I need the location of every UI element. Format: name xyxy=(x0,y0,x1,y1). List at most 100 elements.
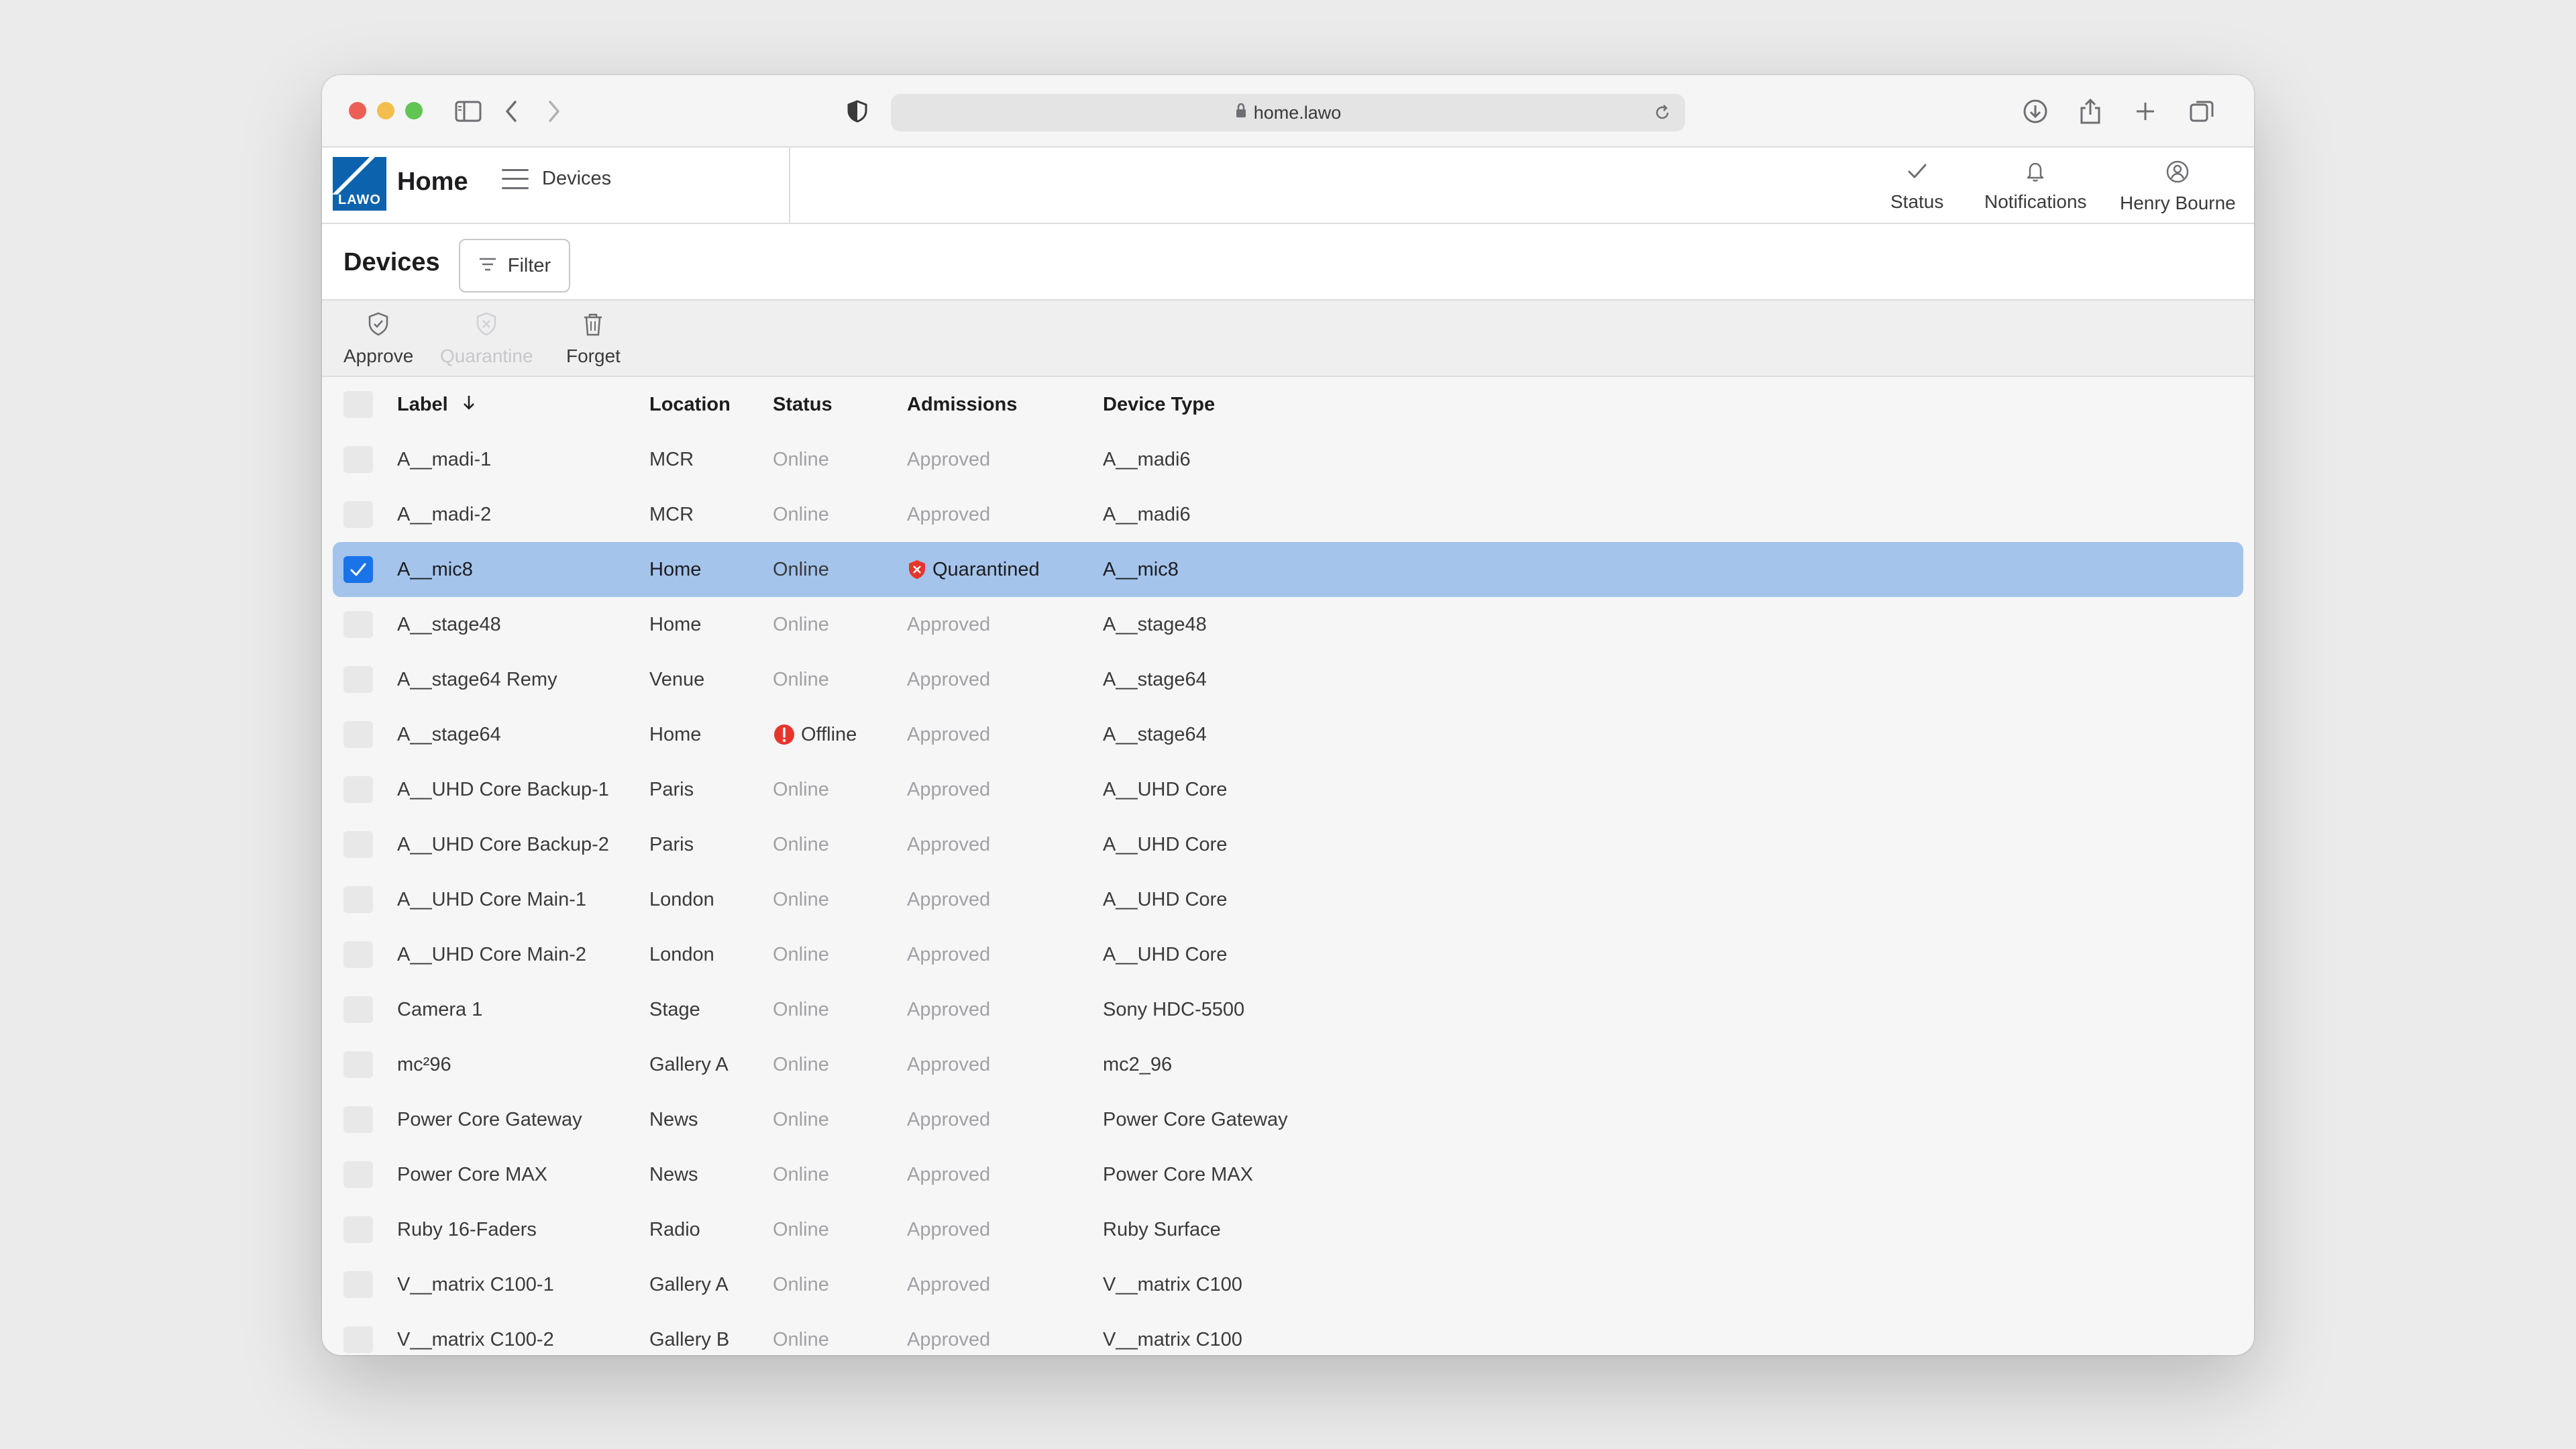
alert-icon xyxy=(774,724,794,745)
filter-button[interactable]: Filter xyxy=(459,239,570,292)
header-divider xyxy=(789,148,790,223)
cell-status: Online xyxy=(773,779,829,800)
row-checkbox[interactable] xyxy=(343,941,373,968)
table-row[interactable]: Power Core Gateway News Online Approved … xyxy=(333,1092,2243,1147)
row-checkbox[interactable] xyxy=(343,501,373,528)
address-bar[interactable]: home.lawo xyxy=(891,94,1685,131)
table-row[interactable]: Ruby 16-Faders Radio Online Approved Rub… xyxy=(333,1202,2243,1257)
table-row[interactable]: A__stage64 Remy Venue Online Approved A_… xyxy=(333,652,2243,707)
cell-location: Radio xyxy=(649,1219,700,1240)
cell-status: Online xyxy=(773,449,829,470)
forward-icon[interactable] xyxy=(537,94,572,129)
row-checkbox[interactable] xyxy=(343,1326,373,1353)
table-row[interactable]: V__matrix C100-2 Gallery B Online Approv… xyxy=(333,1312,2243,1355)
table-row[interactable]: A__UHD Core Main-1 London Online Approve… xyxy=(333,872,2243,927)
table-row[interactable]: A__madi-2 MCR Online Approved A__madi6 xyxy=(333,487,2243,542)
cell-device-type: A__UHD Core xyxy=(1103,779,1228,800)
cell-admissions: Approved xyxy=(907,1109,991,1130)
cell-label: A__UHD Core Backup-1 xyxy=(397,779,609,800)
row-checkbox[interactable] xyxy=(343,721,373,748)
column-header-admissions[interactable]: Admissions xyxy=(907,377,1017,432)
cell-location: Stage xyxy=(649,999,700,1020)
cell-label: A__stage64 Remy xyxy=(397,669,557,690)
row-checkbox[interactable] xyxy=(343,446,373,473)
column-header-status[interactable]: Status xyxy=(773,377,833,432)
cell-status: Online xyxy=(773,1219,829,1240)
lawo-logo[interactable]: LAWO xyxy=(333,157,386,211)
tab-overview-icon[interactable] xyxy=(2184,94,2219,129)
column-header-location[interactable]: Location xyxy=(649,377,731,432)
cell-admissions: Approved xyxy=(907,724,991,745)
cell-status: Online xyxy=(773,1164,829,1185)
cell-label: A__madi-1 xyxy=(397,449,492,470)
cell-admissions: Approved xyxy=(907,614,991,635)
row-checkbox[interactable] xyxy=(343,831,373,858)
cell-admissions: Approved xyxy=(907,944,991,965)
cell-location: Paris xyxy=(649,834,694,855)
share-icon[interactable] xyxy=(2073,94,2108,129)
status-button[interactable]: Status xyxy=(1890,160,1943,213)
page-toolbar: Devices Filter xyxy=(322,224,2254,301)
new-tab-icon[interactable] xyxy=(2128,94,2163,129)
column-header-label[interactable]: Label xyxy=(397,377,476,432)
row-checkbox[interactable] xyxy=(343,776,373,803)
row-checkbox[interactable] xyxy=(343,1271,373,1298)
cell-location: Paris xyxy=(649,779,694,800)
row-checkbox[interactable] xyxy=(343,886,373,913)
filter-icon xyxy=(478,255,497,277)
cell-status: Online xyxy=(773,999,829,1020)
sidebar-toggle-icon[interactable] xyxy=(451,94,486,129)
cell-status: Online xyxy=(773,834,829,855)
table-row[interactable]: A__UHD Core Backup-2 Paris Online Approv… xyxy=(333,817,2243,872)
table-row[interactable]: Camera 1 Stage Online Approved Sony HDC-… xyxy=(333,982,2243,1037)
row-checkbox[interactable] xyxy=(343,666,373,693)
cell-label: A__stage64 xyxy=(397,724,501,745)
table-row[interactable]: V__matrix C100-1 Gallery A Online Approv… xyxy=(333,1257,2243,1312)
privacy-shield-icon[interactable] xyxy=(840,94,875,129)
row-checkbox[interactable] xyxy=(343,1051,373,1078)
row-checkbox[interactable] xyxy=(343,1216,373,1243)
cell-device-type: Power Core MAX xyxy=(1103,1164,1254,1185)
cell-location: News xyxy=(649,1164,698,1185)
table-row[interactable]: Power Core MAX News Online Approved Powe… xyxy=(333,1147,2243,1202)
devices-menu-button[interactable]: Devices xyxy=(502,168,611,190)
table-row[interactable]: A__stage64 Home Offline Approved A__stag… xyxy=(333,707,2243,762)
row-checkbox[interactable] xyxy=(343,996,373,1023)
zoom-window-button[interactable] xyxy=(405,102,423,119)
close-window-button[interactable] xyxy=(349,102,366,119)
back-icon[interactable] xyxy=(494,94,529,129)
reload-icon[interactable] xyxy=(1649,99,1676,126)
lock-icon xyxy=(1235,103,1247,123)
table-row[interactable]: A__UHD Core Main-2 London Online Approve… xyxy=(333,927,2243,982)
table-row[interactable]: A__madi-1 MCR Online Approved A__madi6 xyxy=(333,432,2243,487)
row-checkbox-checked[interactable] xyxy=(343,556,373,583)
row-checkbox[interactable] xyxy=(343,611,373,638)
column-header-device-type[interactable]: Device Type xyxy=(1103,377,1215,432)
minimize-window-button[interactable] xyxy=(377,102,394,119)
table-row-selected[interactable]: A__mic8 Home Online Quarantined A__mic8 xyxy=(333,542,2243,597)
table-row[interactable]: A__UHD Core Backup-1 Paris Online Approv… xyxy=(333,762,2243,817)
user-menu-button[interactable]: Henry Bourne xyxy=(2120,160,2236,214)
cell-device-type: A__stage64 xyxy=(1103,669,1207,690)
table-row[interactable]: mc²96 Gallery A Online Approved mc2_96 xyxy=(333,1037,2243,1092)
cell-status: Online xyxy=(773,889,829,910)
app-title[interactable]: Home xyxy=(397,168,468,197)
downloads-icon[interactable] xyxy=(2018,94,2053,129)
row-checkbox[interactable] xyxy=(343,1161,373,1188)
browser-toolbar: home.lawo xyxy=(322,75,2254,148)
cell-location: MCR xyxy=(649,449,694,470)
notifications-button[interactable]: Notifications xyxy=(1984,160,2087,213)
approve-button[interactable]: Approve xyxy=(343,311,413,367)
forget-button[interactable]: Forget xyxy=(566,311,621,367)
select-all-checkbox[interactable] xyxy=(343,391,373,418)
table-row[interactable]: A__stage48 Home Online Approved A__stage… xyxy=(333,597,2243,652)
cell-device-type: A__UHD Core xyxy=(1103,889,1228,910)
row-checkbox[interactable] xyxy=(343,1106,373,1133)
quarantine-button[interactable]: Quarantine xyxy=(440,311,533,367)
cell-admissions: Approved xyxy=(907,504,991,525)
forget-label: Forget xyxy=(566,345,621,366)
action-bar: Approve Quarantine Forget xyxy=(322,301,2254,377)
cell-location: Home xyxy=(649,614,702,635)
cell-device-type: A__UHD Core xyxy=(1103,834,1228,855)
cell-admissions: Approved xyxy=(907,1274,991,1295)
